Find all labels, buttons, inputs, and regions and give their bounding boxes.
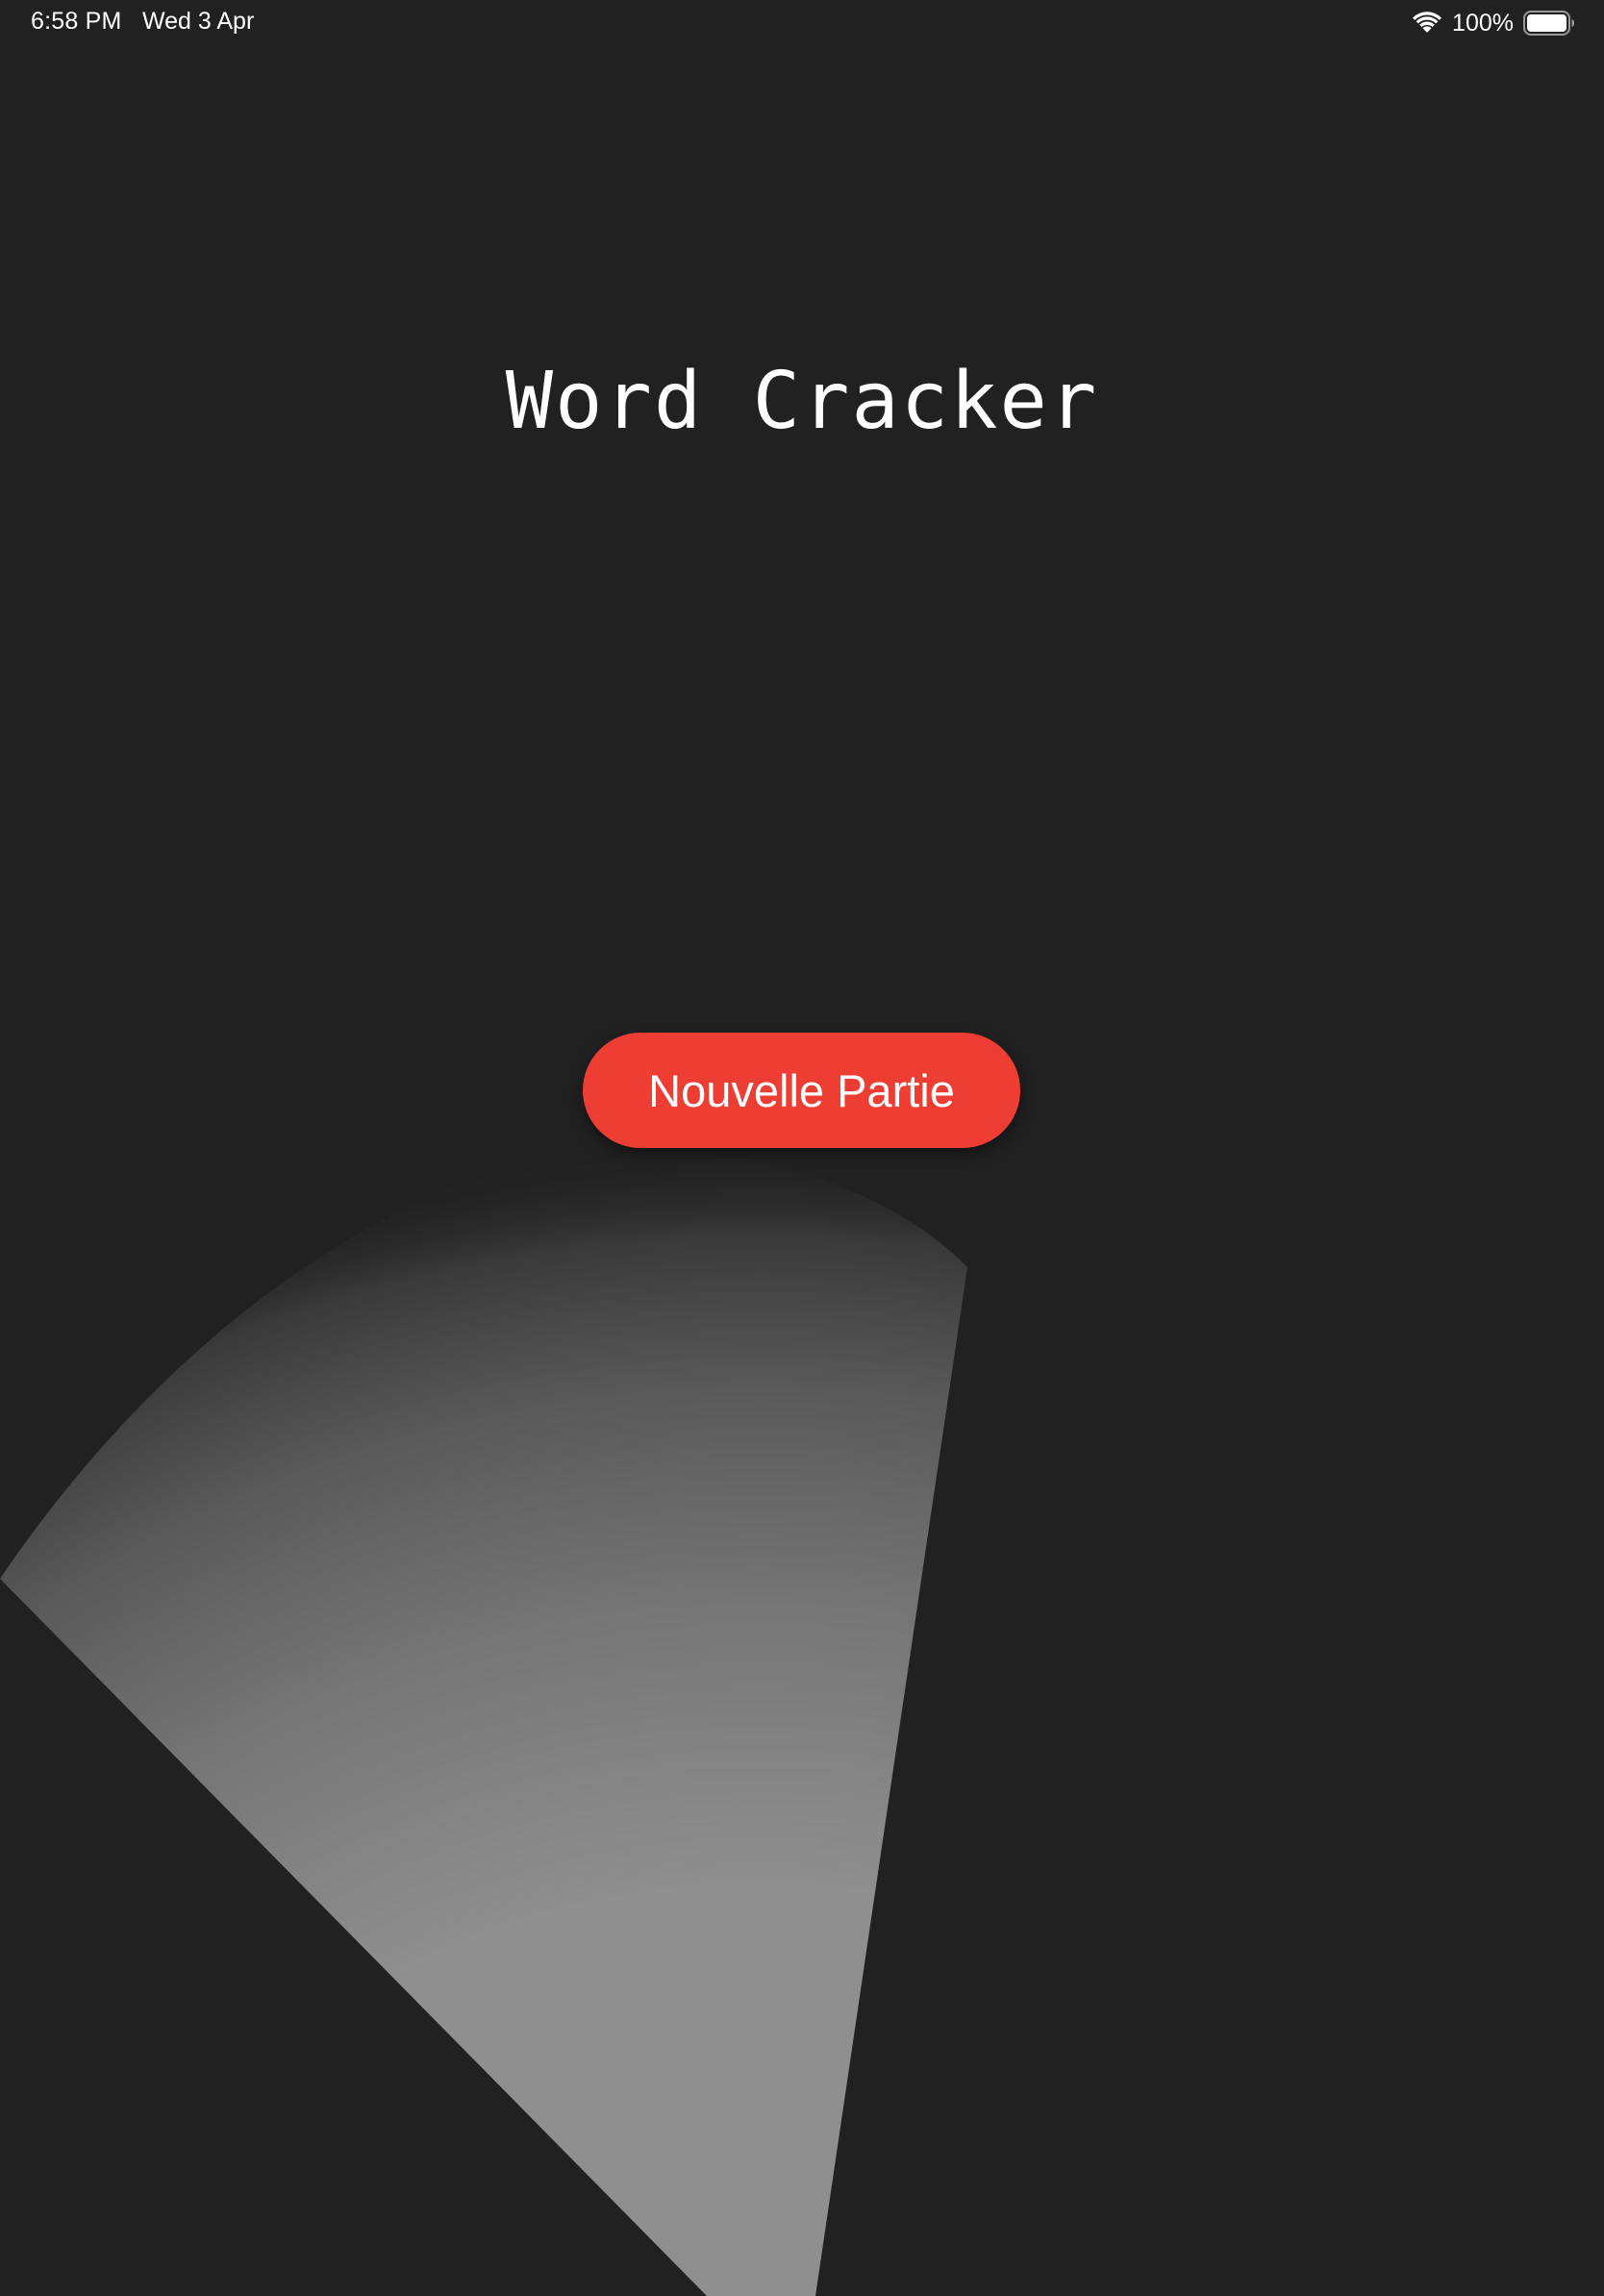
battery-percentage: 100% [1452, 9, 1514, 37]
app-screen: 6:58 PM Wed 3 Apr 100% Word Cracker Nouv… [0, 0, 1604, 2296]
battery-icon [1523, 11, 1574, 36]
wifi-icon [1413, 12, 1442, 33]
status-bar: 6:58 PM Wed 3 Apr 100% [0, 0, 1604, 46]
light-cone-decoration [0, 1149, 967, 2296]
new-game-button[interactable]: Nouvelle Partie [583, 1033, 1020, 1148]
app-title: Word Cracker [505, 356, 1099, 447]
battery-fill [1527, 14, 1566, 32]
status-date: Wed 3 Apr [142, 8, 255, 35]
status-indicators: 100% [1412, 8, 1575, 38]
status-time: 6:58 PM [31, 8, 122, 35]
